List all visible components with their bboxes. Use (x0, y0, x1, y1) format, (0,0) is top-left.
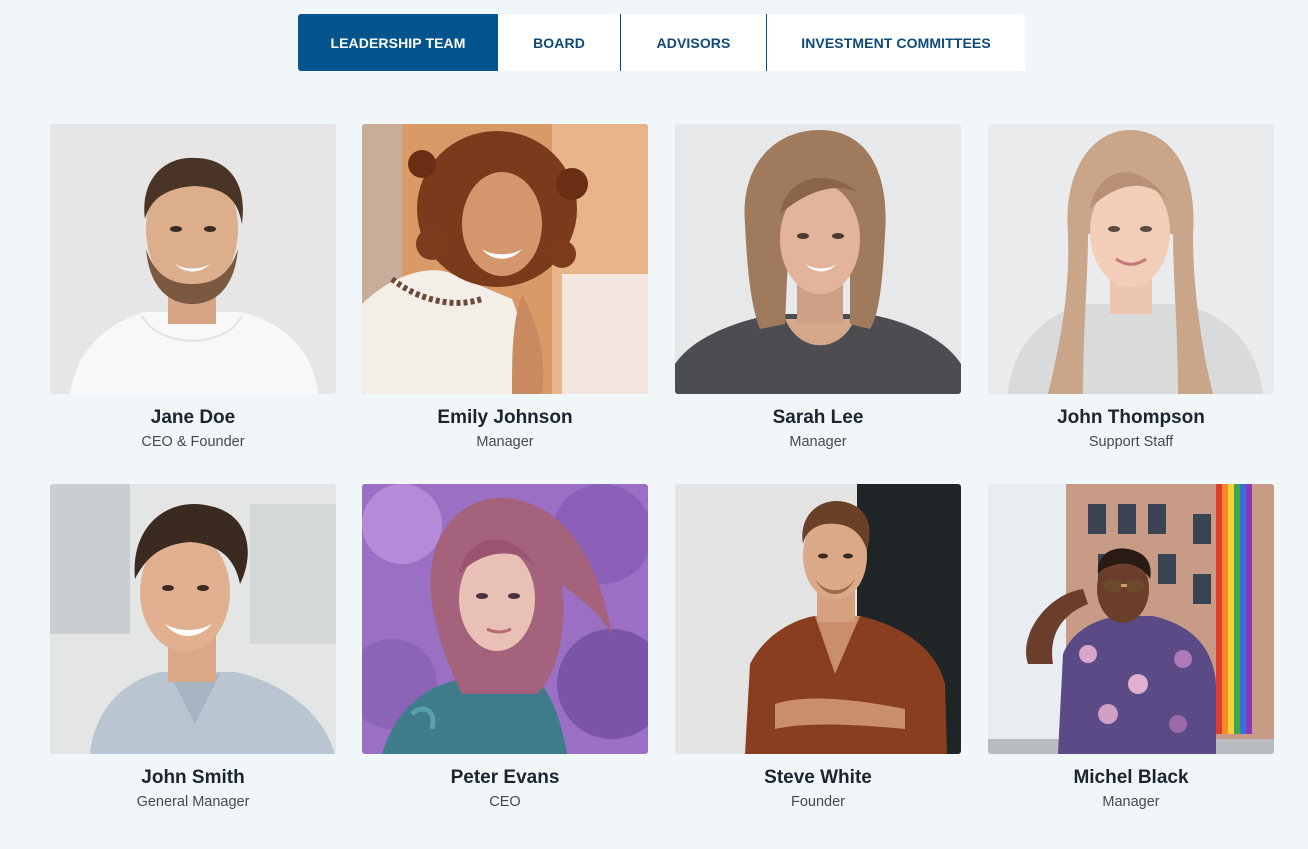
man-sunglasses-image (988, 484, 1274, 754)
member-role: Support Staff (1088, 434, 1174, 450)
member-name: Peter Evans (450, 767, 560, 788)
tab-advisors[interactable]: ADVISORS (620, 14, 766, 71)
tab-investment-committees[interactable]: INVESTMENT COMMITTEES (766, 14, 1025, 71)
team-member-card[interactable]: Michel Black Manager (988, 484, 1274, 810)
man-smiling-image (50, 484, 336, 754)
woman-curly-hair-image (362, 124, 648, 394)
member-photo (988, 124, 1274, 394)
member-role: Manager (789, 434, 847, 450)
member-name: Emily Johnson (437, 407, 573, 428)
member-photo (362, 484, 648, 754)
member-photo (988, 484, 1274, 754)
member-role: General Manager (136, 794, 250, 810)
member-name: Michel Black (1073, 767, 1189, 788)
member-photo (50, 124, 336, 394)
team-member-card[interactable]: John Smith General Manager (50, 484, 336, 810)
member-role: Manager (476, 434, 534, 450)
woman-purple-background-image (362, 484, 648, 754)
team-member-card[interactable]: Jane Doe CEO & Founder (50, 124, 336, 450)
member-photo (50, 484, 336, 754)
member-photo (362, 124, 648, 394)
woman-long-hair-image (988, 124, 1274, 394)
team-member-card[interactable]: Sarah Lee Manager (675, 124, 961, 450)
member-name: Sarah Lee (772, 407, 864, 428)
member-photo (675, 124, 961, 394)
member-role: CEO & Founder (141, 434, 245, 450)
member-role: Manager (1102, 794, 1160, 810)
tab-leadership-team[interactable]: LEADERSHIP TEAM (298, 14, 498, 71)
member-role: Founder (790, 794, 845, 810)
member-photo (675, 484, 961, 754)
team-member-card[interactable]: John Thompson Support Staff (988, 124, 1274, 450)
man-portrait-image (50, 124, 336, 394)
team-member-card[interactable]: Steve White Founder (675, 484, 961, 810)
member-name: John Thompson (1057, 407, 1205, 428)
team-tabs: LEADERSHIP TEAM BOARD ADVISORS INVESTMEN… (298, 14, 1025, 71)
member-role: CEO (489, 794, 521, 810)
member-name: Steve White (764, 767, 872, 788)
member-name: John Smith (141, 767, 245, 788)
tab-board[interactable]: BOARD (498, 14, 620, 71)
woman-bob-hair-image (675, 124, 961, 394)
team-member-card[interactable]: Emily Johnson Manager (362, 124, 648, 450)
member-name: Jane Doe (150, 407, 236, 428)
man-brown-shirt-image (675, 484, 961, 754)
team-member-card[interactable]: Peter Evans CEO (362, 484, 648, 810)
